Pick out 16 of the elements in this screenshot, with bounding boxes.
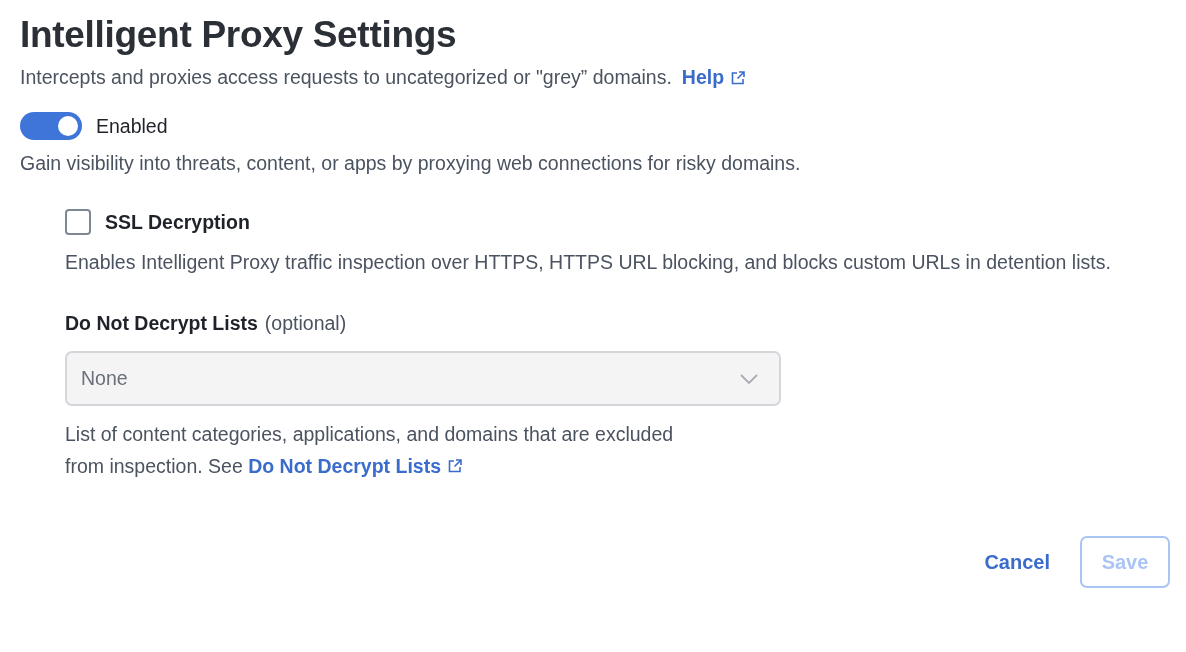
page-title: Intelligent Proxy Settings	[20, 14, 457, 56]
help-link[interactable]: Help	[681, 66, 747, 89]
description-text: Intercepts and proxies access requests to uncategorized or "grey” domains.	[20, 66, 672, 89]
toggle-label: Enabled	[96, 114, 168, 138]
ssl-label: SSL Decryption	[105, 210, 250, 234]
list-help-text: List of content categories, applications, and domains that are excluded from inspection. See Do Not Decrypt Lists	[65, 418, 705, 482]
cancel-button[interactable]: Cancel	[984, 544, 1050, 580]
toggle-description: Gain visibility into threats, content, or apps by proxying web connections for risky domains.	[20, 151, 802, 176]
external-link-icon	[447, 458, 464, 474]
enabled-toggle[interactable]	[20, 112, 82, 140]
optional-text: (optional)	[264, 312, 347, 335]
ssl-description: Enables Intelligent Proxy traffic inspection over HTTPS, HTTPS URL blocking, and blocks custom URLs in detention lists.	[65, 250, 1112, 275]
list-label: Do Not Decrypt Lists	[65, 312, 258, 335]
chevron-down-icon	[739, 372, 759, 385]
ssl-checkbox[interactable]	[65, 209, 91, 235]
external-link-icon	[730, 69, 747, 86]
